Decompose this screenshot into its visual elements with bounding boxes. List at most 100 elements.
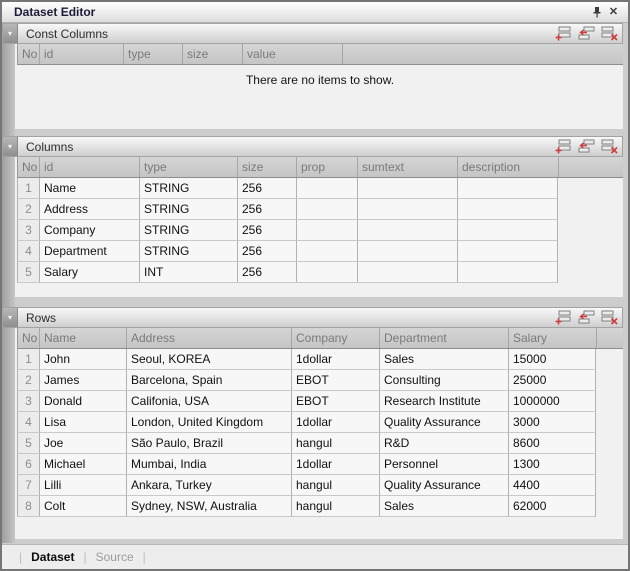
cell-prop[interactable]	[296, 262, 357, 283]
cell-prop[interactable]	[296, 199, 357, 220]
cell-company[interactable]: hangul	[291, 496, 379, 517]
cell-address[interactable]: Califonia, USA	[126, 391, 291, 412]
cell-address[interactable]: São Paulo, Brazil	[126, 433, 291, 454]
cell-id[interactable]: Company	[39, 220, 139, 241]
row-number[interactable]: 5	[17, 433, 39, 454]
cell-name[interactable]: Donald	[39, 391, 126, 412]
collapse-button[interactable]: ▾	[3, 308, 18, 327]
cell-salary[interactable]: 62000	[508, 496, 596, 517]
collapse-button[interactable]: ▾	[3, 24, 18, 43]
cell-address[interactable]: Barcelona, Spain	[126, 370, 291, 391]
cell-prop[interactable]	[296, 241, 357, 262]
add-row-button[interactable]	[554, 26, 572, 42]
cell-name[interactable]: Michael	[39, 454, 126, 475]
insert-row-button[interactable]	[577, 26, 595, 42]
cell-department[interactable]: Sales	[379, 349, 508, 370]
row-number[interactable]: 3	[17, 220, 39, 241]
row-number[interactable]: 3	[17, 391, 39, 412]
cell-prop[interactable]	[296, 220, 357, 241]
pin-button[interactable]	[588, 4, 605, 20]
column-header-name[interactable]: Name	[39, 328, 126, 348]
row-number[interactable]: 1	[17, 349, 39, 370]
cell-department[interactable]: Quality Assurance	[379, 412, 508, 433]
cell-salary[interactable]: 1000000	[508, 391, 596, 412]
cell-department[interactable]: Research Institute	[379, 391, 508, 412]
cell-name[interactable]: Lilli	[39, 475, 126, 496]
tab-source[interactable]: Source	[96, 550, 134, 564]
delete-row-button[interactable]	[600, 26, 618, 42]
cell-size[interactable]: 256	[237, 199, 296, 220]
cell-company[interactable]: 1dollar	[291, 349, 379, 370]
cell-company[interactable]: 1dollar	[291, 412, 379, 433]
row-number[interactable]: 1	[17, 178, 39, 199]
insert-row-button[interactable]	[577, 139, 595, 155]
column-header-sumtext[interactable]: sumtext	[357, 157, 457, 177]
cell-description[interactable]	[457, 220, 558, 241]
cell-salary[interactable]: 1300	[508, 454, 596, 475]
cell-sumtext[interactable]	[357, 241, 457, 262]
column-header-size[interactable]: size	[182, 44, 242, 64]
cell-sumtext[interactable]	[357, 199, 457, 220]
cell-type[interactable]: STRING	[139, 199, 237, 220]
cell-description[interactable]	[457, 241, 558, 262]
cell-type[interactable]: INT	[139, 262, 237, 283]
column-header-type[interactable]: type	[123, 44, 182, 64]
cell-company[interactable]: hangul	[291, 475, 379, 496]
cell-salary[interactable]: 15000	[508, 349, 596, 370]
cell-size[interactable]: 256	[237, 241, 296, 262]
cell-address[interactable]: London, United Kingdom	[126, 412, 291, 433]
cell-sumtext[interactable]	[357, 220, 457, 241]
column-header-id[interactable]: id	[39, 44, 123, 64]
add-row-button[interactable]	[554, 139, 572, 155]
row-number[interactable]: 8	[17, 496, 39, 517]
row-number[interactable]: 2	[17, 370, 39, 391]
cell-address[interactable]: Mumbai, India	[126, 454, 291, 475]
cell-name[interactable]: James	[39, 370, 126, 391]
cell-description[interactable]	[457, 262, 558, 283]
cell-company[interactable]: hangul	[291, 433, 379, 454]
delete-row-button[interactable]	[600, 310, 618, 326]
cell-id[interactable]: Address	[39, 199, 139, 220]
column-header-size[interactable]: size	[237, 157, 296, 177]
cell-salary[interactable]: 3000	[508, 412, 596, 433]
column-header-id[interactable]: id	[39, 157, 139, 177]
cell-department[interactable]: Sales	[379, 496, 508, 517]
cell-size[interactable]: 256	[237, 178, 296, 199]
cell-company[interactable]: EBOT	[291, 370, 379, 391]
column-header-value[interactable]: value	[242, 44, 342, 64]
cell-department[interactable]: Quality Assurance	[379, 475, 508, 496]
cell-name[interactable]: Lisa	[39, 412, 126, 433]
row-number[interactable]: 6	[17, 454, 39, 475]
column-header-company[interactable]: Company	[291, 328, 379, 348]
cell-id[interactable]: Department	[39, 241, 139, 262]
cell-size[interactable]: 256	[237, 220, 296, 241]
cell-salary[interactable]: 4400	[508, 475, 596, 496]
row-number[interactable]: 2	[17, 199, 39, 220]
cell-size[interactable]: 256	[237, 262, 296, 283]
column-header-type[interactable]: type	[139, 157, 237, 177]
tab-dataset[interactable]: Dataset	[31, 550, 74, 564]
cell-type[interactable]: STRING	[139, 178, 237, 199]
cell-description[interactable]	[457, 199, 558, 220]
row-number[interactable]: 4	[17, 241, 39, 262]
insert-row-button[interactable]	[577, 310, 595, 326]
cell-sumtext[interactable]	[357, 178, 457, 199]
cell-department[interactable]: Consulting	[379, 370, 508, 391]
cell-name[interactable]: John	[39, 349, 126, 370]
cell-address[interactable]: Seoul, KOREA	[126, 349, 291, 370]
cell-sumtext[interactable]	[357, 262, 457, 283]
column-header-department[interactable]: Department	[379, 328, 508, 348]
cell-prop[interactable]	[296, 178, 357, 199]
column-header-no[interactable]: No	[17, 157, 39, 177]
cell-id[interactable]: Salary	[39, 262, 139, 283]
close-button[interactable]: ✕	[605, 4, 622, 20]
cell-type[interactable]: STRING	[139, 241, 237, 262]
column-header-description[interactable]: description	[457, 157, 558, 177]
cell-salary[interactable]: 8600	[508, 433, 596, 454]
column-header-no[interactable]: No	[17, 328, 39, 348]
cell-type[interactable]: STRING	[139, 220, 237, 241]
column-header-prop[interactable]: prop	[296, 157, 357, 177]
row-number[interactable]: 4	[17, 412, 39, 433]
cell-address[interactable]: Sydney, NSW, Australia	[126, 496, 291, 517]
cell-name[interactable]: Joe	[39, 433, 126, 454]
